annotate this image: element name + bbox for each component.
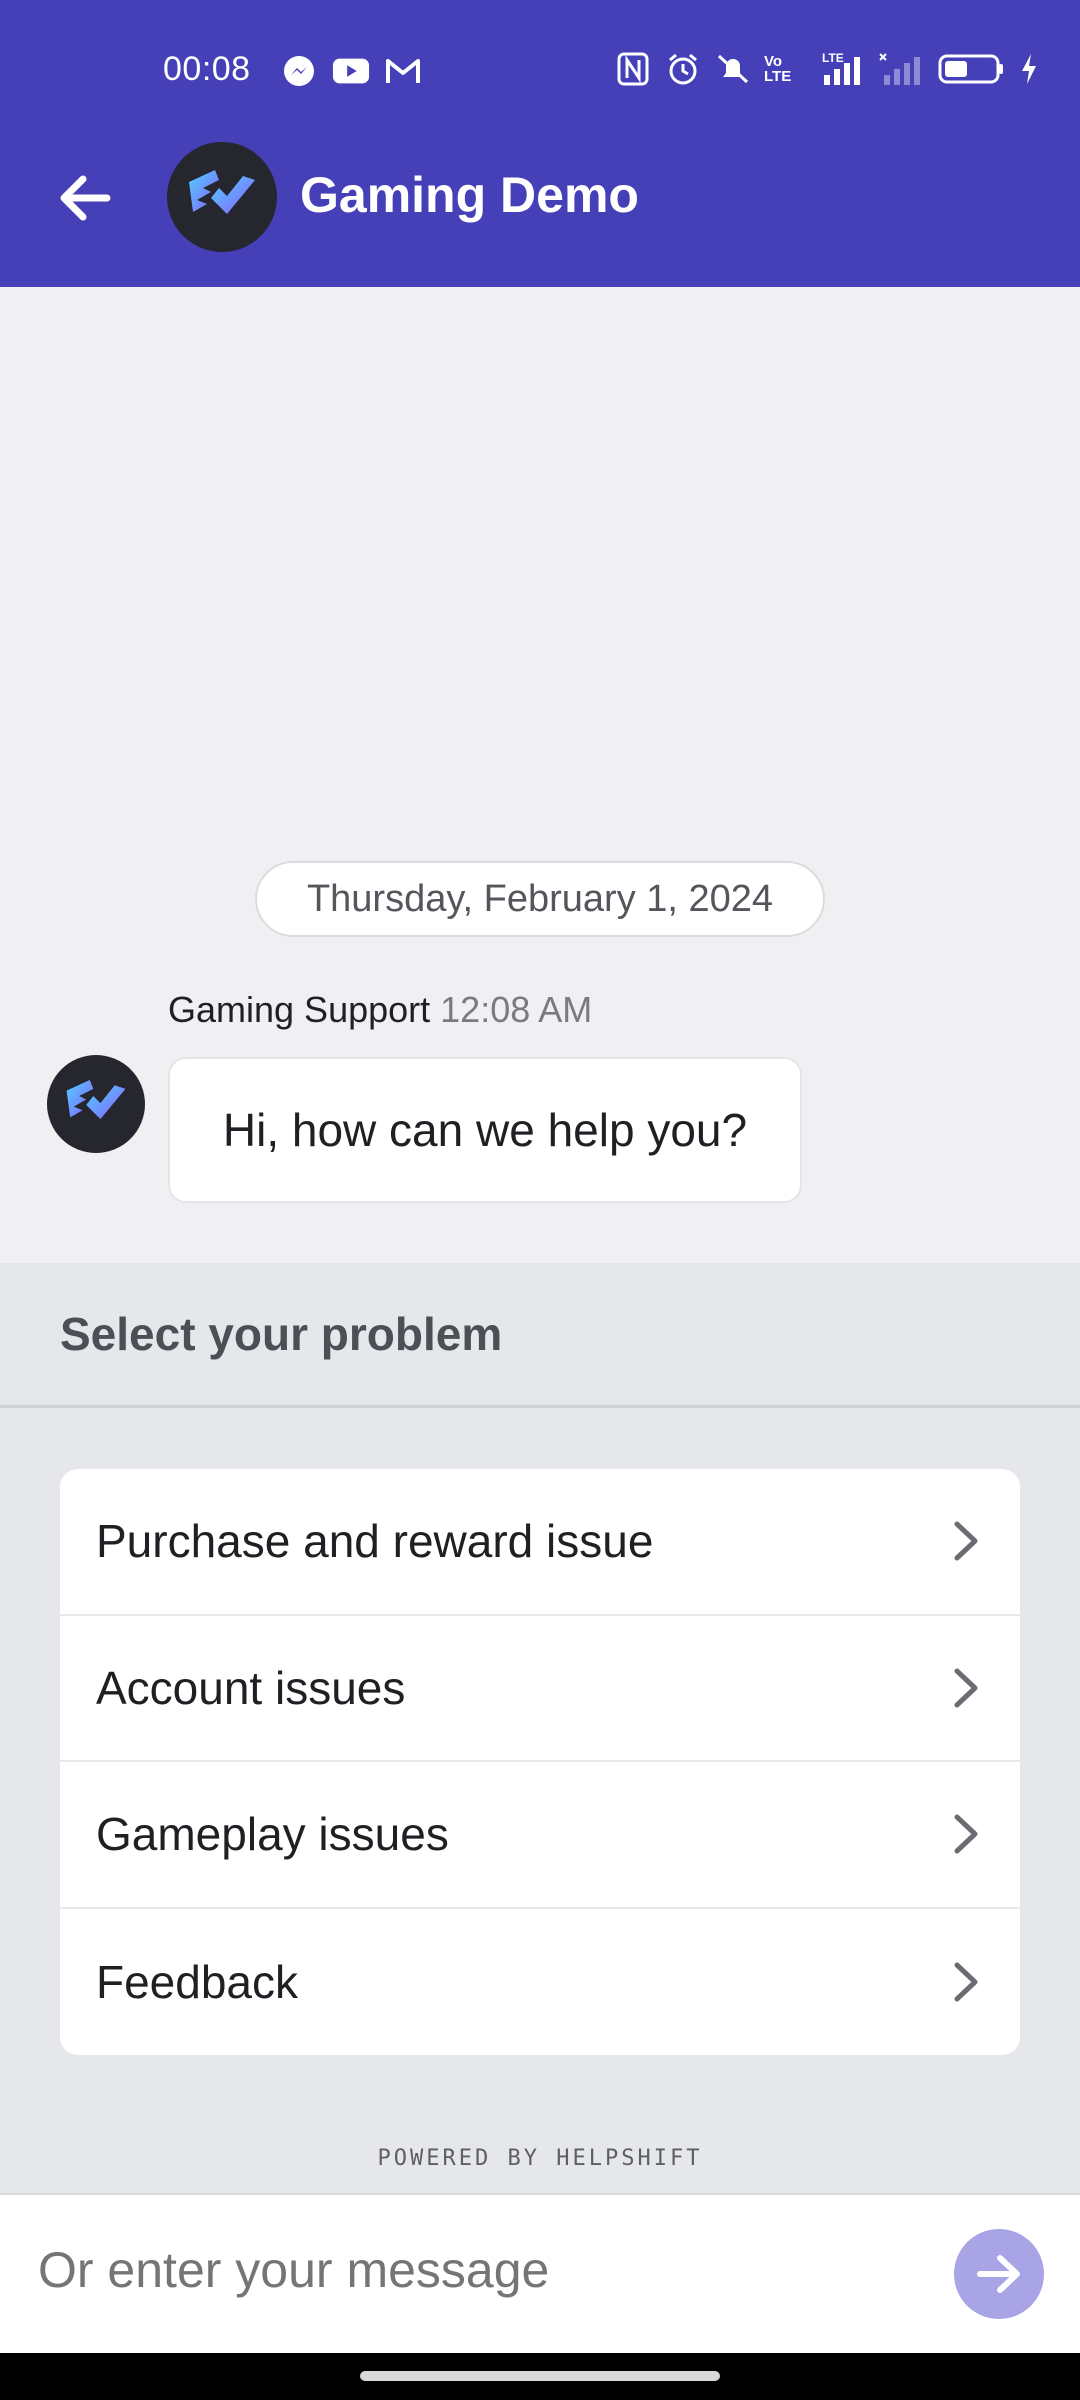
home-indicator[interactable] xyxy=(360,2371,720,2381)
game-logo-icon xyxy=(189,170,255,214)
messenger-icon xyxy=(280,52,318,90)
send-button[interactable] xyxy=(954,2229,1044,2319)
back-button[interactable] xyxy=(40,160,130,236)
option-gameplay-issues[interactable]: Gameplay issues xyxy=(60,1762,1020,1909)
divider xyxy=(0,1405,1080,1408)
chevron-right-icon xyxy=(954,1668,978,1708)
message-composer xyxy=(0,2193,1080,2353)
youtube-icon xyxy=(332,52,370,90)
option-account-issues[interactable]: Account issues xyxy=(60,1616,1020,1762)
lte-signal-icon: LTE xyxy=(816,50,864,88)
option-label: Gameplay issues xyxy=(96,1808,449,1861)
message-sender: Gaming Support xyxy=(168,989,431,1030)
chevron-right-icon xyxy=(954,1814,978,1854)
send-arrow-icon xyxy=(977,2255,1020,2293)
chevron-right-icon xyxy=(954,1962,978,2002)
gmail-icon xyxy=(384,52,422,90)
system-nav-bar xyxy=(0,2353,1080,2400)
game-logo-icon xyxy=(66,1079,126,1120)
options-panel: Select your problem Purchase and reward … xyxy=(0,1263,1080,2193)
app-logo-avatar xyxy=(167,142,277,252)
option-purchase-and-reward[interactable]: Purchase and reward issue xyxy=(60,1469,1020,1616)
volte-icon: Vo LTE xyxy=(764,50,804,88)
status-time: 00:08 xyxy=(163,50,251,88)
back-arrow-icon xyxy=(60,175,111,221)
page-title: Gaming Demo xyxy=(300,167,639,223)
powered-by-label: POWERED BY HELPSHIFT xyxy=(377,2146,703,2171)
message-time: 12:08 AM xyxy=(440,989,593,1030)
message-input[interactable] xyxy=(38,2241,918,2299)
charging-icon xyxy=(1018,50,1040,88)
options-heading: Select your problem xyxy=(60,1308,503,1360)
option-label: Purchase and reward issue xyxy=(96,1515,654,1568)
status-bar: 00:08 Vo LTE LTE xyxy=(0,0,1080,145)
agent-avatar xyxy=(47,1055,145,1153)
nfc-icon xyxy=(614,50,652,88)
chevron-right-icon xyxy=(954,1521,978,1561)
message-bubble: Hi, how can we help you? xyxy=(168,1057,802,1203)
battery-icon xyxy=(936,50,1006,88)
app-header: 00:08 Vo LTE LTE Gaming Demo xyxy=(0,0,1080,287)
no-signal-icon xyxy=(876,50,924,88)
options-list: Purchase and reward issue Account issues… xyxy=(60,1469,1020,2055)
date-divider: Thursday, February 1, 2024 xyxy=(255,861,825,937)
alarm-icon xyxy=(664,50,702,88)
option-feedback[interactable]: Feedback xyxy=(60,1909,1020,2056)
mute-icon xyxy=(714,50,752,88)
option-label: Account issues xyxy=(96,1661,406,1714)
volte-label: Vo LTE xyxy=(764,53,792,85)
svg-text:LTE: LTE xyxy=(822,51,844,65)
message-meta: Gaming Support 12:08 AM xyxy=(168,989,592,1031)
option-label: Feedback xyxy=(96,1955,299,2008)
